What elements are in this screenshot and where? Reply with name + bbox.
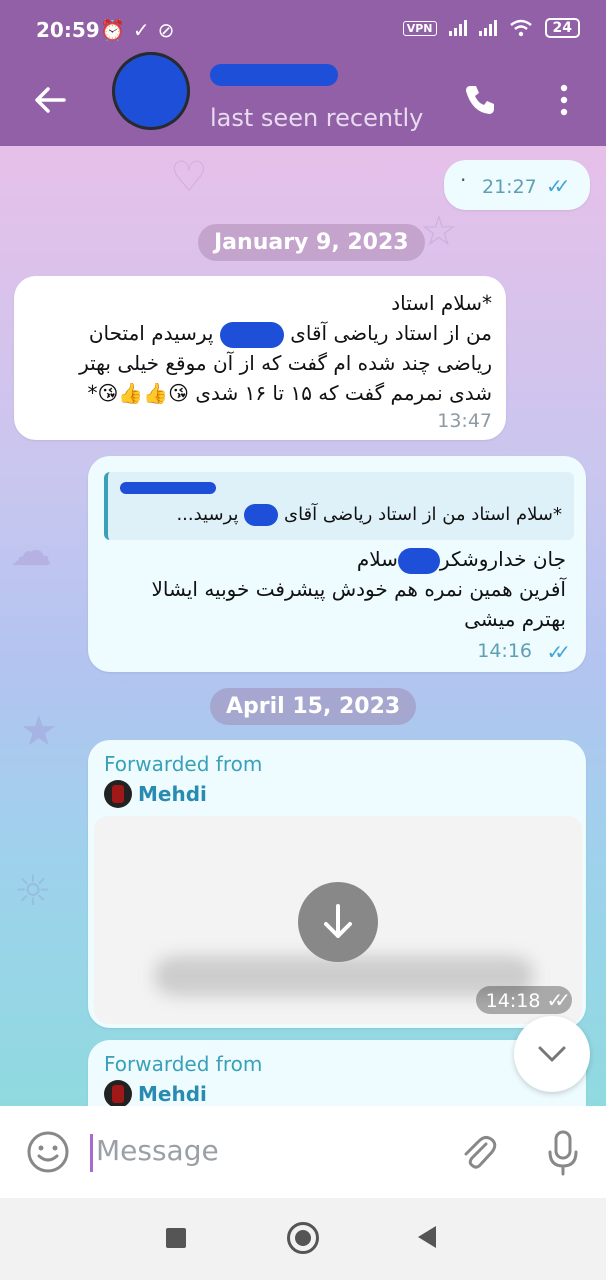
forwarded-label: Forwarded from [104,752,263,776]
scroll-down-button[interactable] [514,1016,590,1092]
forwarded-media-message[interactable]: Forwarded from Mehdi 14:18 ✓✓ [88,740,586,1028]
doodle-heart-icon: ♡ [170,152,208,201]
message-input-bar: Message [0,1106,606,1198]
redacted-name [397,547,440,574]
redacted-name [244,504,279,526]
double-check-icon: ✓✓ [546,174,570,198]
status-time: 20:59 [36,18,100,42]
system-nav-bar [0,1198,606,1280]
blurred-content [154,956,534,996]
chat-header: last seen recently [0,52,606,146]
date-separator: January 9, 2023 [198,224,425,261]
battery-icon: 24 [544,18,580,38]
status-bar: 20:59 ⏰✓⊘ VPN 24 [0,0,606,62]
forwarded-sender[interactable]: Mehdi [104,1080,207,1106]
message-time: 21:27 [482,176,537,198]
alarm-icon: ⏰ [100,18,133,42]
attach-icon[interactable] [458,1132,498,1172]
text-line: شدی نمرمم گفت که ۱۵ تا ۱۶ شدی 😘👍👍😘* [22,378,492,408]
download-icon [324,904,352,938]
text-line: من از استاد ریاضی آقای پرسیدم امتحان [22,318,492,348]
media-time-badge: 14:18 ✓✓ [475,986,572,1014]
recents-button[interactable] [166,1228,186,1248]
phone-icon[interactable] [460,80,500,120]
v-icon: ✓ [132,18,158,42]
back-button[interactable] [418,1226,436,1248]
text-caret [90,1134,93,1172]
message-input[interactable]: Message [96,1134,219,1167]
vpn-badge: VPN [402,20,437,36]
redacted-name [219,321,284,348]
text-part: من از استاد ریاضی آقای [290,321,492,345]
reply-quote[interactable]: *سلام استاد من از استاد ریاضی آقای پرسید… [104,472,574,540]
contact-name-redacted[interactable] [210,64,338,86]
text-part: *سلام استاد من از استاد ریاضی آقای [283,504,562,525]
text-line: *سلام استاد [391,291,492,315]
bullet: · [460,168,467,192]
microphone-icon[interactable] [546,1130,580,1176]
message-time: 14:16 [477,640,532,662]
text-line: بهترم میشی [464,607,566,631]
outgoing-reply-message[interactable]: *سلام استاد من از استاد ریاضی آقای پرسید… [88,456,586,672]
signal2-icon [478,20,497,36]
media-preview[interactable]: 14:18 ✓✓ [94,816,582,1024]
quote-text: *سلام استاد من از استاد ریاضی آقای پرسید… [122,502,562,528]
forwarded-sender[interactable]: Mehdi [104,780,207,808]
doodle-star2-icon: ★ [20,706,58,755]
signal-icon [448,20,467,36]
doodle-star-icon: ☆ [420,206,458,255]
text-line: آفرین همین نمره هم خودش پیشرفت خوبیه ایش… [151,577,567,601]
chevron-down-icon [538,1046,566,1062]
forwarded-label: Forwarded from [104,1052,263,1076]
message-text: جان خداروشکر سلام آفرین همین نمره هم خودش… [106,544,567,634]
emoji-thumbs-kiss: 😘👍👍😘 [97,381,189,405]
double-check-icon: ✓✓ [546,988,570,1012]
more-vert-icon[interactable] [552,80,576,120]
doodle-cloud-icon: ☁ [10,526,52,575]
sender-avatar [104,780,132,808]
text-part: * [87,381,98,405]
download-button[interactable] [298,882,378,962]
quote-sender-redacted [120,482,216,494]
contact-avatar[interactable] [112,52,190,130]
sender-name: Mehdi [138,782,207,806]
back-arrow-icon[interactable] [30,80,70,120]
wifi-icon [509,19,532,37]
home-button[interactable] [287,1222,319,1254]
dnd-icon: ⊘ [157,18,183,42]
text-part: سلام [356,547,398,571]
emoji-icon[interactable] [26,1130,70,1174]
text-line: ریاضی چند شده ام گفت که از آن موقع خیلی … [79,351,492,375]
last-seen-status: last seen recently [210,104,424,132]
message-time: 13:47 [437,410,492,432]
text-part: شدی نمرمم گفت که ۱۵ تا ۱۶ شدی [195,381,492,405]
sender-name: Mehdi [138,1082,207,1106]
text-line: جان خداروشکر سلام [106,544,566,574]
status-right: VPN 24 [402,18,580,38]
text-part: پرسید... [176,504,239,525]
message-text: *سلام استاد من از استاد ریاضی آقای پرسید… [22,288,492,408]
sender-avatar [104,1080,132,1106]
text-part: پرسیدم امتحان [88,321,214,345]
outgoing-message[interactable]: · 21:27 ✓✓ [444,160,590,210]
chat-area[interactable]: ♡ ☆ ☁ ♪ ✿ ☼ ★ · 21:27 ✓✓ January 9, 2023… [0,146,606,1106]
status-icons: ⏰✓⊘ [100,18,182,42]
double-check-icon: ✓✓ [546,640,570,664]
forwarded-message[interactable]: Forwarded from Mehdi [88,1040,586,1106]
doodle-sun-icon: ☼ [14,866,52,915]
text-part: جان خداروشکر [439,547,566,571]
date-separator: April 15, 2023 [210,688,417,725]
media-time: 14:18 [485,990,541,1012]
incoming-message[interactable]: *سلام استاد من از استاد ریاضی آقای پرسید… [14,276,506,440]
